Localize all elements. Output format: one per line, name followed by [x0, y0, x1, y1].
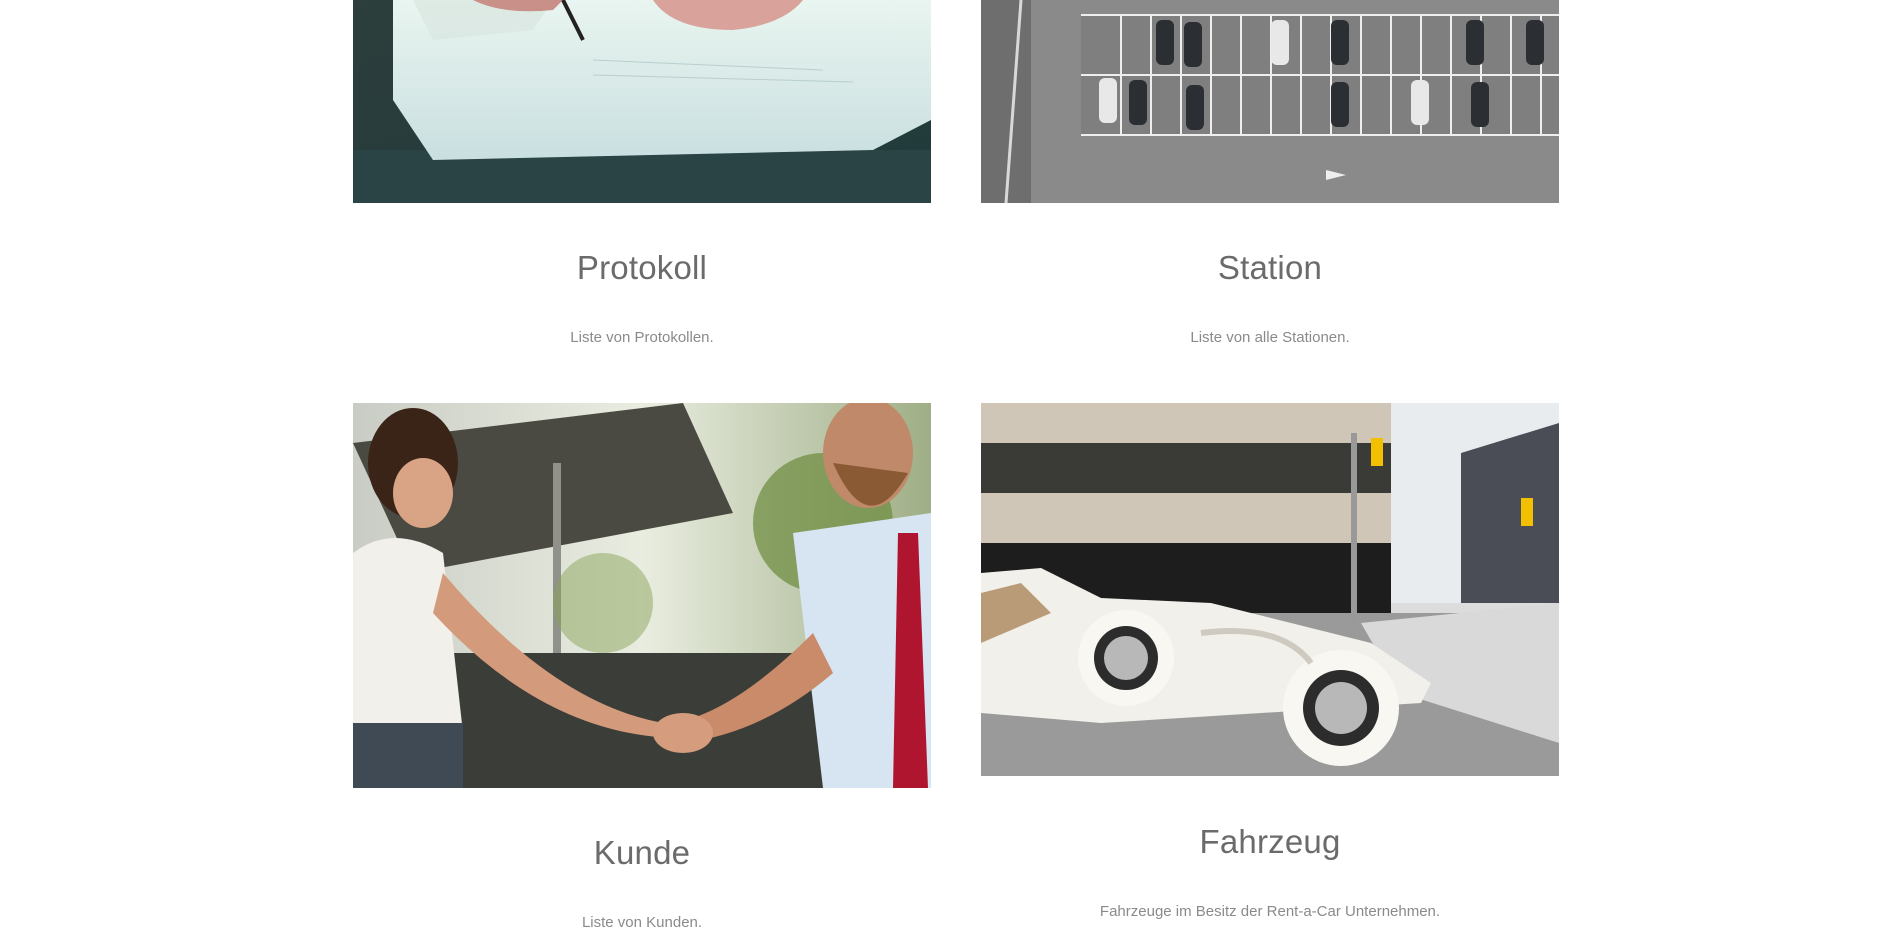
- card-description: Liste von Protokollen.: [570, 329, 714, 346]
- card-fahrzeug[interactable]: Fahrzeug Fahrzeuge im Besitz der Rent-a-…: [981, 403, 1559, 933]
- handshake-photo-icon: [353, 403, 931, 788]
- card-description: Liste von alle Stationen.: [1190, 329, 1350, 346]
- card-description: Fahrzeuge im Besitz der Rent-a-Car Unter…: [1099, 903, 1441, 920]
- card-title[interactable]: Protokoll: [353, 248, 931, 288]
- card-protokoll[interactable]: Protokoll Liste von Protokollen.: [353, 0, 931, 360]
- card-title[interactable]: Kunde: [353, 833, 931, 873]
- fahrzeug-image[interactable]: [981, 403, 1559, 776]
- card-title[interactable]: Station: [981, 248, 1559, 288]
- document-signing-photo-icon: [353, 0, 931, 203]
- vintage-car-photo-icon: [981, 403, 1559, 776]
- card-station[interactable]: Station Liste von alle Stationen.: [981, 0, 1559, 360]
- card-description: Liste von Kunden.: [581, 914, 703, 931]
- card-kunde[interactable]: Kunde Liste von Kunden.: [353, 403, 931, 933]
- protokoll-image[interactable]: [353, 0, 931, 203]
- kunde-image[interactable]: [353, 403, 931, 788]
- parking-lot-aerial-photo-icon: [981, 0, 1559, 203]
- card-grid: Protokoll Liste von Protokollen. Station…: [0, 0, 1886, 933]
- card-title[interactable]: Fahrzeug: [981, 822, 1559, 862]
- station-image[interactable]: [981, 0, 1559, 203]
